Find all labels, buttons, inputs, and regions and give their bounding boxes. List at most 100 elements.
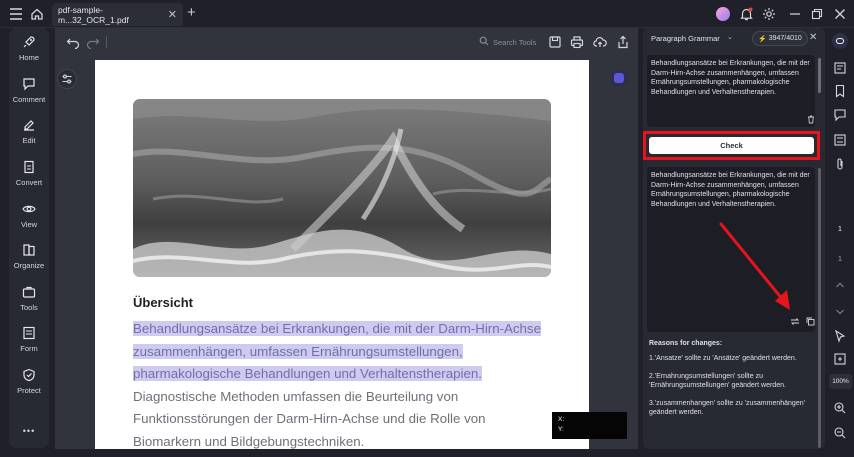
credits-badge[interactable]: ⚡ 3947/4010: [752, 31, 808, 46]
form-icon: [22, 326, 36, 340]
status-bar: [0, 449, 854, 457]
nav-form[interactable]: Form: [9, 326, 49, 353]
attachment-icon[interactable]: [833, 157, 847, 171]
share-icon[interactable]: [616, 35, 630, 49]
comment-icon: [22, 77, 36, 91]
nav-convert[interactable]: Convert: [9, 160, 49, 187]
copy-icon[interactable]: [806, 317, 815, 326]
nav-label: Convert: [15, 178, 43, 187]
text-line: Funktionsstörungen der Darm-Hirn-Achse u…: [133, 411, 486, 426]
save-icon[interactable]: [548, 35, 562, 49]
text-line: Diagnostische Methoden umfassen die Beur…: [133, 388, 459, 404]
close-window-icon[interactable]: [832, 6, 848, 22]
highlighted-line: zusammenhängen, umfassen Ernährungsumste…: [133, 343, 463, 359]
properties-icon[interactable]: [833, 61, 847, 75]
nav-organize[interactable]: Organize: [9, 243, 49, 270]
right-sidebar: 1 1 100%: [827, 28, 854, 449]
tab-close-icon[interactable]: ✕: [168, 8, 177, 21]
nav-label: Edit: [22, 136, 36, 145]
select-cursor-icon[interactable]: [833, 329, 847, 343]
filter-settings-button[interactable]: [57, 69, 77, 89]
replace-icon[interactable]: [790, 317, 800, 326]
page-number-total: 1: [837, 254, 843, 263]
left-sidebar: Home Comment Edit Convert View Organize …: [9, 28, 49, 448]
doc-toolbar: Search Tools: [55, 28, 638, 56]
credits-count: 3947/4010: [768, 35, 802, 42]
print-icon[interactable]: [570, 35, 584, 49]
undo-icon[interactable]: [66, 35, 80, 50]
paragraph[interactable]: Behandlungsansätze bei Erkrankungen, die…: [133, 318, 573, 450]
title-bar: pdf-sample-m...32_OCR_1.pdf ✕ +: [0, 0, 854, 28]
tab-title: pdf-sample-m...32_OCR_1.pdf: [58, 4, 129, 25]
home-icon[interactable]: [29, 6, 45, 22]
zoom-out-icon[interactable]: [833, 426, 847, 440]
check-highlight-box: Check: [643, 131, 820, 160]
nav-protect[interactable]: Protect: [9, 368, 49, 395]
more-options-icon[interactable]: •••: [9, 426, 49, 436]
page-number-current[interactable]: 1: [833, 224, 847, 238]
ocean-wave-image: [133, 99, 551, 277]
search-tools[interactable]: Search Tools: [479, 35, 536, 49]
organize-icon: [22, 243, 36, 257]
nav-label: View: [20, 220, 38, 229]
fit-page-icon[interactable]: [833, 352, 847, 366]
ai-assistant-badge[interactable]: [610, 69, 628, 87]
nav-edit[interactable]: Edit: [9, 118, 49, 145]
zoom-in-icon[interactable]: [833, 401, 847, 415]
reasons-section: Reasons for changes: 1.'Ansatze' sollte …: [649, 339, 819, 425]
chevron-down-icon[interactable]: [833, 305, 847, 319]
input-text: Behandlungsansätze bei Erkrankungen, die…: [651, 60, 810, 96]
trash-icon[interactable]: [807, 115, 815, 124]
scrollbar[interactable]: [818, 58, 821, 93]
settings-icon[interactable]: [761, 6, 777, 22]
thumbnails-icon[interactable]: [833, 133, 847, 147]
output-text: Behandlungsansätze bei Erkrankungen, die…: [651, 172, 810, 208]
convert-icon: [22, 160, 36, 174]
toolbox-icon: [22, 285, 36, 299]
search-icon: [479, 36, 489, 48]
avatar[interactable]: [716, 7, 730, 21]
cloud-upload-icon[interactable]: [593, 35, 607, 49]
nav-label: Organize: [13, 261, 45, 270]
check-button[interactable]: Check: [649, 137, 814, 154]
nav-label: Comment: [12, 95, 46, 104]
pdf-page: Übersicht Behandlungsansätze bei Erkrank…: [95, 60, 589, 450]
comments-icon[interactable]: [833, 108, 847, 122]
bookmark-icon[interactable]: [833, 84, 847, 98]
document-tab[interactable]: pdf-sample-m...32_OCR_1.pdf ✕: [52, 3, 183, 26]
highlighted-line: pharmakologische Behandlungen und Verhal…: [133, 366, 482, 381]
panel-title[interactable]: Paragraph Grammar: [651, 34, 720, 43]
chevron-down-icon[interactable]: ⌄: [727, 33, 733, 41]
nav-label: Form: [20, 344, 38, 353]
search-placeholder: Search Tools: [493, 37, 537, 47]
restore-icon[interactable]: [809, 6, 825, 22]
reason-item: 1.'Ansatze' sollte zu 'Ansätze' geändert…: [649, 355, 797, 363]
new-tab-button[interactable]: +: [187, 5, 196, 20]
y-label: Y:: [558, 426, 564, 433]
ai-chat-icon[interactable]: [832, 33, 848, 49]
chevron-up-icon[interactable]: [833, 278, 847, 292]
coordinate-readout: X: Y:: [552, 412, 627, 439]
bell-icon[interactable]: [738, 6, 754, 22]
highlighted-line: Behandlungsansätze bei Erkrankungen, die…: [133, 321, 541, 336]
input-text-box[interactable]: Behandlungsansätze bei Erkrankungen, die…: [647, 55, 815, 127]
panel-close-icon[interactable]: ✕: [809, 32, 817, 43]
section-heading: Übersicht: [133, 295, 193, 310]
nav-home[interactable]: Home: [9, 35, 49, 62]
reason-item: 3.'zusammenhangen' sollte zu 'zusammenhä…: [649, 399, 805, 417]
lightning-icon: ⚡: [758, 35, 767, 43]
hamburger-menu-icon[interactable]: [8, 6, 24, 22]
grammar-panel: Paragraph Grammar ⌄ ⚡ 3947/4010 ✕ Behand…: [643, 28, 825, 449]
zoom-level[interactable]: 100%: [829, 374, 852, 389]
nav-view[interactable]: View: [9, 202, 49, 229]
minimize-icon[interactable]: [787, 6, 803, 22]
nav-comment[interactable]: Comment: [9, 77, 49, 104]
redo-icon[interactable]: [86, 35, 100, 50]
nav-tools[interactable]: Tools: [9, 285, 49, 312]
edit-icon: [22, 118, 36, 132]
nav-label: Home: [18, 53, 39, 62]
nav-label: Tools: [20, 303, 38, 312]
nav-label: Protect: [17, 386, 41, 395]
x-label: X:: [558, 416, 565, 423]
text-line: Biomarkern und Bildgebungstechniken.: [133, 433, 365, 449]
